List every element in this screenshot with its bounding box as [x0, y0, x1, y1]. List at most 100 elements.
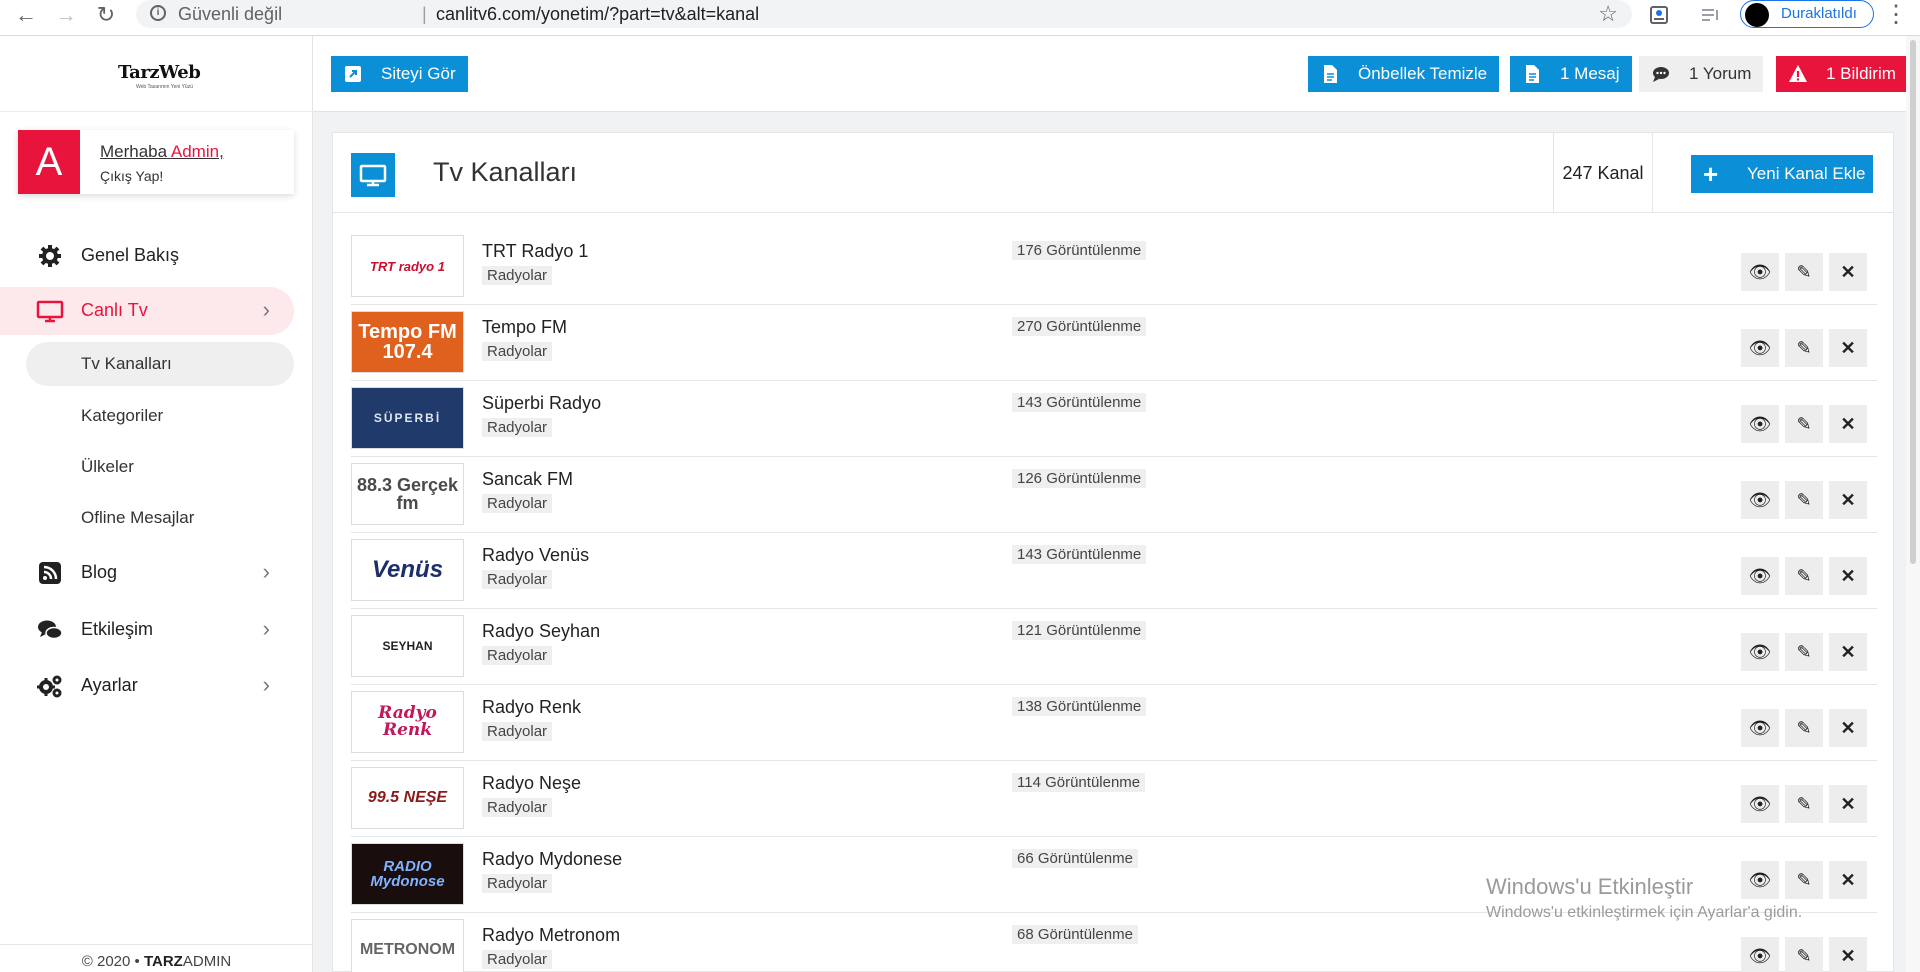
channel-name[interactable]: Radyo Neşe [482, 773, 581, 794]
sidebar-item-interaction[interactable]: Etkileşim › [0, 606, 294, 654]
channel-name[interactable]: Tempo FM [482, 317, 567, 338]
channel-category: Radyolar [482, 722, 553, 741]
edit-button[interactable]: ✎ [1785, 253, 1823, 291]
view-button[interactable]: 👁 [1741, 481, 1779, 519]
sidebar-item-live-tv[interactable]: Canlı Tv › [0, 287, 294, 335]
clear-cache-label: Önbellek Temizle [1358, 64, 1488, 83]
eye-icon: 👁 [1748, 794, 1772, 814]
edit-button[interactable]: ✎ [1785, 633, 1823, 671]
sidebar-item-settings[interactable]: Ayarlar › [0, 662, 294, 710]
channel-views: 68 Görüntülenme [1012, 925, 1138, 944]
table-row: Venüs Radyo Venüs Radyolar 143 Görüntüle… [351, 533, 1877, 609]
close-icon: ✕ [1840, 338, 1856, 358]
channel-logo[interactable]: METRONOM [351, 919, 464, 972]
back-icon[interactable]: ← [12, 2, 40, 30]
channel-logo[interactable]: SEYHAN [351, 615, 464, 677]
delete-button[interactable]: ✕ [1829, 405, 1867, 443]
channel-name[interactable]: Radyo Renk [482, 697, 581, 718]
add-channel-button[interactable]: + Yeni Kanal Ekle [1691, 155, 1873, 193]
sidebar-item-overview[interactable]: Genel Bakış [0, 232, 294, 280]
delete-button[interactable]: ✕ [1829, 861, 1867, 899]
view-button[interactable]: 👁 [1741, 633, 1779, 671]
profile-paused-button[interactable]: Duraklatıldı [1740, 0, 1874, 28]
channel-logo[interactable]: SÜPERBİ [351, 387, 464, 449]
reading-list-icon[interactable] [1700, 4, 1722, 26]
chevron-right-icon: › [262, 672, 270, 697]
edit-button[interactable]: ✎ [1785, 329, 1823, 367]
edit-button[interactable]: ✎ [1785, 709, 1823, 747]
channel-logo[interactable]: 99.5 NEŞE [351, 767, 464, 829]
browser-menu-icon[interactable]: ⋮ [1884, 0, 1908, 29]
channel-name[interactable]: TRT Radyo 1 [482, 241, 588, 262]
edit-button[interactable]: ✎ [1785, 937, 1823, 972]
channel-name[interactable]: Sancak FM [482, 469, 573, 490]
comments-button[interactable]: 1 Yorum [1639, 56, 1764, 92]
delete-button[interactable]: ✕ [1829, 329, 1867, 367]
view-button[interactable]: 👁 [1741, 329, 1779, 367]
channel-name[interactable]: Süperbi Radyo [482, 393, 601, 414]
eye-icon: 👁 [1748, 946, 1772, 966]
close-icon: ✕ [1840, 718, 1856, 738]
messages-button[interactable]: 1 Mesaj [1510, 56, 1632, 92]
channel-name[interactable]: Radyo Metronom [482, 925, 620, 946]
notifications-button[interactable]: 1 Bildirim [1776, 56, 1908, 92]
channel-logo[interactable]: Radyo Renk [351, 691, 464, 753]
logout-link[interactable]: Çıkış Yap! [100, 168, 163, 184]
channel-name[interactable]: Radyo Seyhan [482, 621, 600, 642]
url-text[interactable]: canlitv6.com/yonetim/?part=tv&alt=kanal [436, 4, 759, 25]
close-icon: ✕ [1840, 414, 1856, 434]
page-scrollbar[interactable] [1906, 36, 1920, 972]
channel-logo[interactable]: 88.3 Gerçek fm [351, 463, 464, 525]
clear-cache-button[interactable]: Önbellek Temizle [1308, 56, 1500, 92]
page-title: Tv Kanalları [433, 157, 578, 187]
delete-button[interactable]: ✕ [1829, 481, 1867, 519]
channel-category: Radyolar [482, 950, 553, 969]
submenu-item-categories[interactable]: Kategoriler [26, 394, 294, 438]
delete-button[interactable]: ✕ [1829, 785, 1867, 823]
delete-button[interactable]: ✕ [1829, 709, 1867, 747]
brand-logo[interactable]: TarzWeb Web Tasarımın Yeni Yüzü [0, 36, 313, 112]
submenu-item-countries[interactable]: Ülkeler [26, 445, 294, 489]
edit-button[interactable]: ✎ [1785, 481, 1823, 519]
address-bar[interactable]: i Güvenli değil | canlitv6.com/yonetim/?… [136, 0, 1632, 28]
view-button[interactable]: 👁 [1741, 253, 1779, 291]
delete-button[interactable]: ✕ [1829, 937, 1867, 972]
view-button[interactable]: 👁 [1741, 709, 1779, 747]
channel-logo[interactable]: RADIO Mydonose [351, 843, 464, 905]
scrollbar-thumb[interactable] [1910, 40, 1916, 564]
view-button[interactable]: 👁 [1741, 937, 1779, 972]
sidebar-item-label: Ayarlar [81, 675, 138, 695]
info-icon[interactable]: i [150, 5, 166, 21]
channel-views: 138 Görüntülenme [1012, 697, 1147, 716]
delete-button[interactable]: ✕ [1829, 557, 1867, 595]
submenu-item-tv-channels[interactable]: Tv Kanalları [26, 342, 294, 386]
extension-icon[interactable] [1648, 4, 1670, 26]
reload-icon[interactable]: ↻ [92, 2, 120, 30]
edit-button[interactable]: ✎ [1785, 557, 1823, 595]
comments-label: 1 Yorum [1689, 64, 1752, 83]
view-button[interactable]: 👁 [1741, 405, 1779, 443]
channel-logo[interactable]: Venüs [351, 539, 464, 601]
channel-logo[interactable]: TRT radyo 1 [351, 235, 464, 297]
edit-button[interactable]: ✎ [1785, 785, 1823, 823]
delete-button[interactable]: ✕ [1829, 253, 1867, 291]
greeting-link[interactable]: Merhaba Admin, [100, 142, 224, 162]
submenu-item-offline-messages[interactable]: Ofline Mesajlar [26, 496, 294, 540]
sidebar-item-blog[interactable]: Blog › [0, 549, 294, 597]
channel-logo[interactable]: Tempo FM 107.4 [351, 311, 464, 373]
forward-icon[interactable]: → [52, 2, 80, 30]
edit-icon: ✎ [1796, 566, 1812, 586]
close-icon: ✕ [1840, 490, 1856, 510]
channel-category: Radyolar [482, 874, 553, 893]
edit-button[interactable]: ✎ [1785, 405, 1823, 443]
view-button[interactable]: 👁 [1741, 785, 1779, 823]
greeting-comma: , [219, 142, 224, 161]
channel-name[interactable]: Radyo Mydonese [482, 849, 622, 870]
delete-button[interactable]: ✕ [1829, 633, 1867, 671]
view-button[interactable]: 👁 [1741, 557, 1779, 595]
eye-icon: 👁 [1748, 262, 1772, 282]
profile-paused-label: Duraklatıldı [1781, 5, 1857, 22]
view-site-button[interactable]: Siteyi Gör [331, 56, 468, 92]
channel-name[interactable]: Radyo Venüs [482, 545, 589, 566]
bookmark-star-icon[interactable]: ☆ [1598, 1, 1618, 27]
